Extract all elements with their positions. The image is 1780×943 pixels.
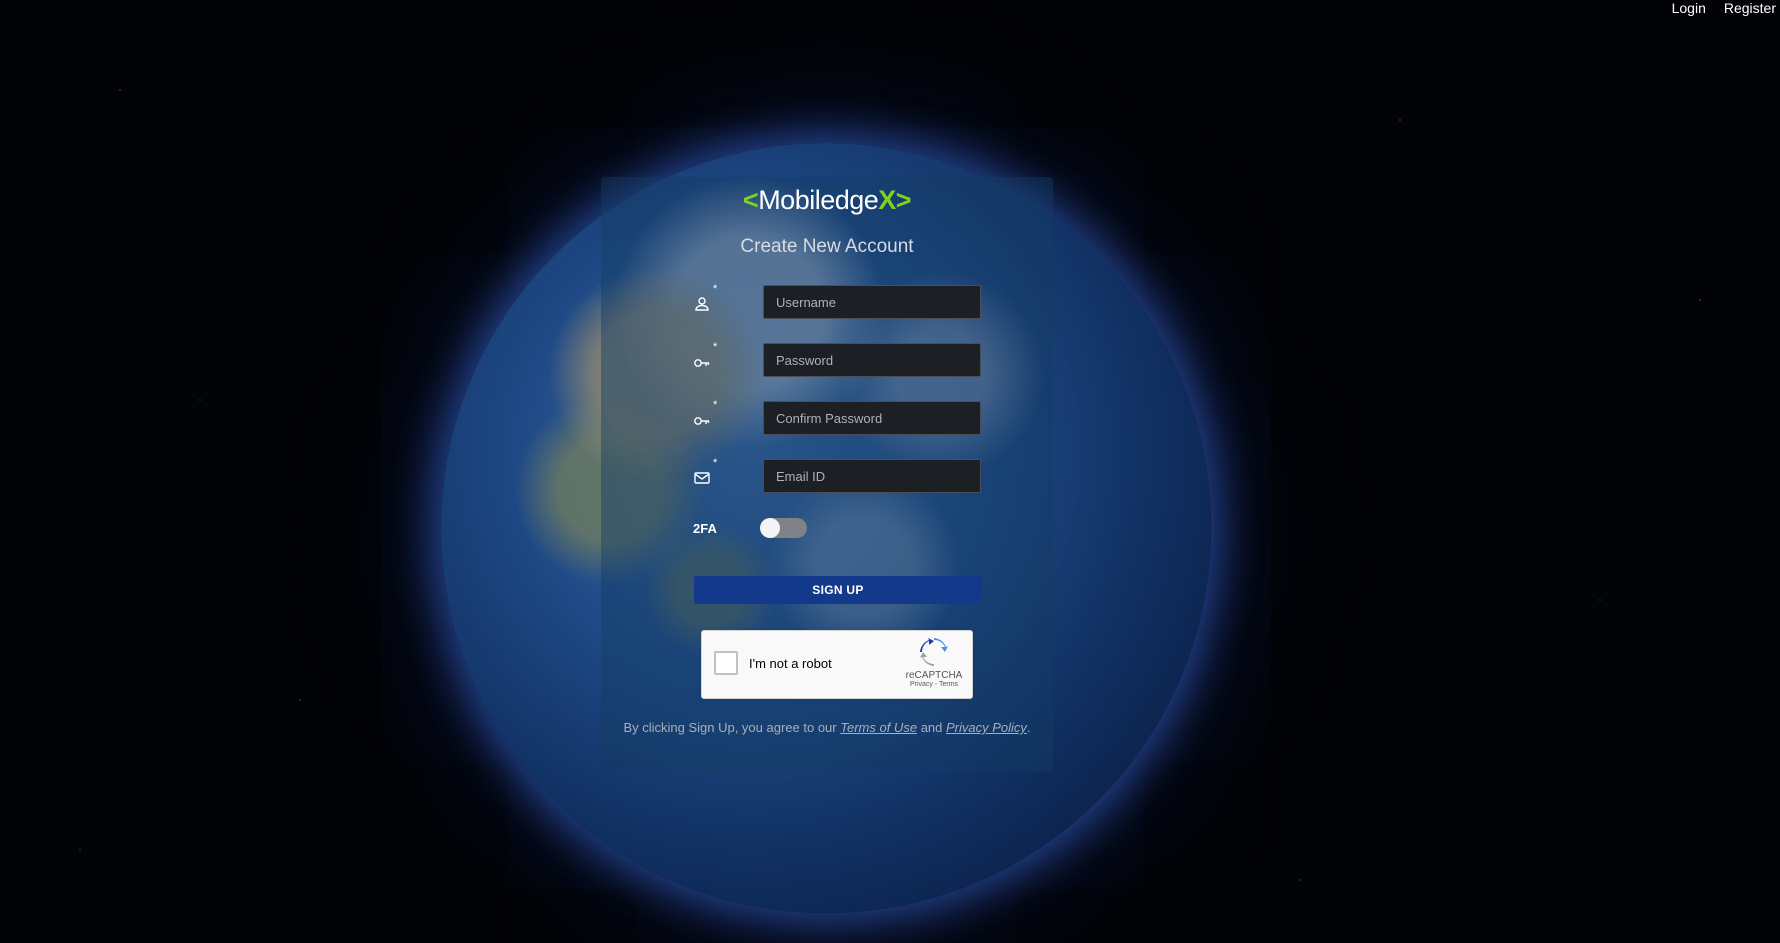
- password-input[interactable]: [763, 343, 981, 377]
- toggle-knob: [760, 518, 780, 538]
- recaptcha-logo: reCAPTCHA Privacy - Terms: [904, 637, 964, 688]
- terms-of-use-link[interactable]: Terms of Use: [840, 720, 917, 735]
- required-mark: *: [713, 457, 718, 469]
- recaptcha-label: I'm not a robot: [749, 656, 832, 671]
- page-background: Login Register <MobiledgeX> Create New A…: [0, 0, 1780, 943]
- recaptcha-links[interactable]: Privacy - Terms: [904, 681, 964, 688]
- top-nav: Login Register: [1668, 0, 1780, 17]
- privacy-policy-link[interactable]: Privacy Policy: [946, 720, 1027, 735]
- mobiledgex-logo: <MobiledgeX>: [742, 185, 912, 215]
- username-row: *: [693, 283, 983, 319]
- twofa-label: 2FA: [693, 521, 717, 536]
- recaptcha-icon: [920, 638, 948, 666]
- email-row: *: [693, 457, 983, 493]
- register-link[interactable]: Register: [1724, 0, 1776, 17]
- required-mark: *: [713, 399, 718, 411]
- email-input[interactable]: [763, 459, 981, 493]
- login-link[interactable]: Login: [1672, 0, 1706, 17]
- required-mark: *: [713, 283, 718, 295]
- confirm-password-input[interactable]: [763, 401, 981, 435]
- twofa-toggle[interactable]: [760, 518, 807, 538]
- password-row: *: [693, 341, 983, 377]
- recaptcha-widget: I'm not a robot reCAPTCHA Privacy - Term…: [701, 630, 973, 699]
- signup-button[interactable]: SIGN UP: [694, 576, 982, 604]
- recaptcha-checkbox[interactable]: [714, 651, 738, 675]
- username-input[interactable]: [763, 285, 981, 319]
- terms-notice: By clicking Sign Up, you agree to our Te…: [623, 720, 1031, 735]
- signup-panel: <MobiledgeX> Create New Account * * *: [601, 177, 1053, 771]
- recaptcha-brand: reCAPTCHA: [905, 670, 963, 681]
- page-title: Create New Account: [740, 236, 914, 257]
- required-mark: *: [713, 341, 718, 353]
- confirm-password-row: *: [693, 399, 983, 435]
